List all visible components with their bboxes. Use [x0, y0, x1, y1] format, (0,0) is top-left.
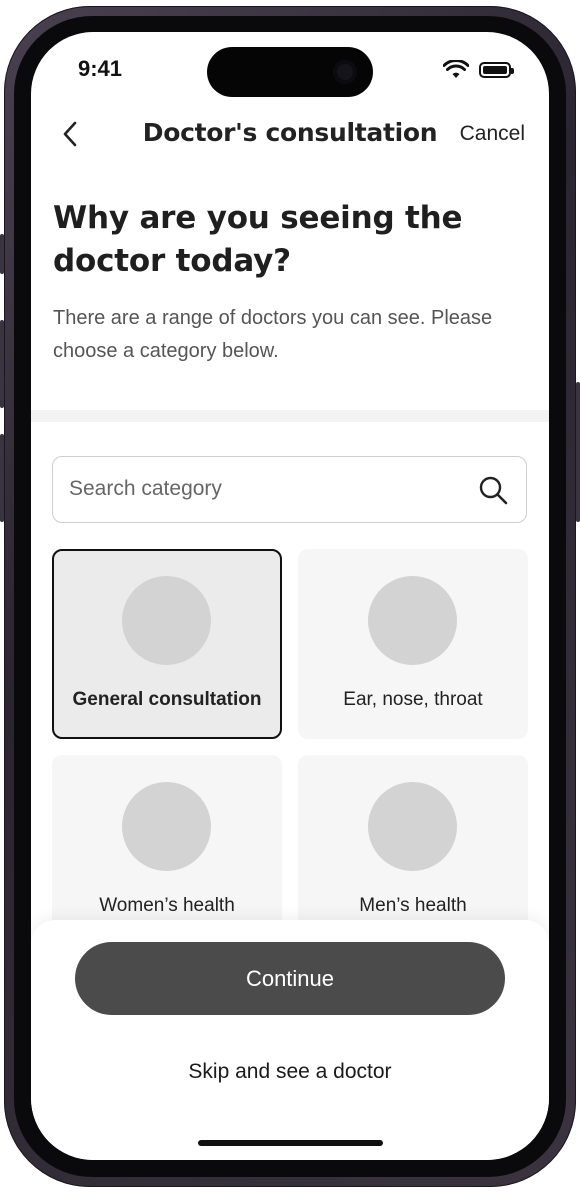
- camera-icon: [333, 60, 357, 84]
- category-card-womens-health[interactable]: Women’s health: [52, 755, 282, 945]
- continue-button[interactable]: Continue: [75, 942, 505, 1015]
- category-card-mens-health[interactable]: Men’s health: [298, 755, 528, 945]
- status-time: 9:41: [78, 56, 123, 81]
- bottom-action-sheet: Continue Skip and see a doctor: [31, 920, 549, 1160]
- power-button: [576, 382, 580, 522]
- category-card-general-consultation[interactable]: General consultation: [52, 549, 282, 739]
- wifi-icon: [443, 60, 469, 78]
- category-image-placeholder: [122, 576, 211, 665]
- category-label: Ear, nose, throat: [343, 689, 483, 710]
- volume-up-button: [0, 320, 4, 408]
- category-label: General consultation: [72, 689, 262, 710]
- status-icons: [443, 60, 514, 80]
- helper-text: There are a range of doctors you can see…: [53, 307, 493, 362]
- category-label: Women’s health: [99, 895, 235, 916]
- section-divider: [31, 410, 549, 422]
- nav-bar: Doctor's consultation Cancel: [31, 112, 549, 156]
- dynamic-island: [207, 47, 373, 97]
- skip-link[interactable]: Skip and see a doctor: [31, 1060, 549, 1084]
- category-image-placeholder: [122, 782, 211, 871]
- search-field: [52, 456, 527, 523]
- category-card-ear-nose-throat[interactable]: Ear, nose, throat: [298, 549, 528, 739]
- category-image-placeholder: [368, 576, 457, 665]
- action-button: [0, 234, 4, 274]
- search-icon[interactable]: [478, 475, 508, 505]
- app-screen: 9:41 Doctor's consultation Cancel Why ar…: [31, 32, 549, 1160]
- cancel-button[interactable]: Cancel: [460, 122, 525, 146]
- category-label: Men’s health: [359, 895, 467, 916]
- battery-icon: [479, 62, 514, 78]
- category-image-placeholder: [368, 782, 457, 871]
- question-heading: Why are you seeing the doctor today?: [53, 200, 463, 279]
- home-indicator[interactable]: [198, 1140, 383, 1146]
- search-input[interactable]: [69, 457, 469, 521]
- volume-down-button: [0, 434, 4, 522]
